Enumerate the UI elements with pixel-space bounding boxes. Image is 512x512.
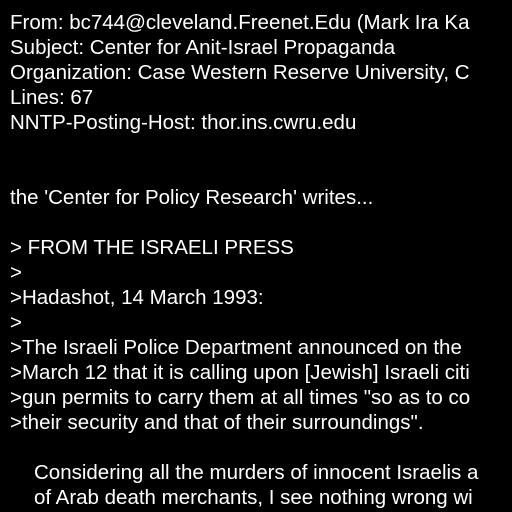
header-lines: Lines: 67 [10, 86, 94, 109]
header-subject: Subject: Center for Anit-Israel Propagan… [10, 36, 396, 59]
reply-line: Considering all the murders of innocent … [34, 461, 479, 484]
quote-line: > [10, 311, 22, 334]
intro-line: the 'Center for Policy Research' writes.… [10, 186, 374, 209]
quote-line: >The Israeli Police Department announced… [10, 336, 462, 359]
quote-line: >gun permits to carry them at all times … [10, 386, 471, 409]
quote-line: >March 12 that it is calling upon [Jewis… [10, 361, 470, 384]
quote-line: >Hadashot, 14 March 1993: [10, 286, 264, 309]
header-nntp-host: NNTP-Posting-Host: thor.ins.cwru.edu [10, 111, 357, 134]
reply-line: of Arab death merchants, I see nothing w… [34, 486, 473, 509]
quote-line: > [10, 261, 22, 284]
message-view: From: bc744@cleveland.Freenet.Edu (Mark … [0, 0, 512, 512]
quote-line: > FROM THE ISRAELI PRESS [10, 236, 294, 259]
quote-line: >their security and that of their surrou… [10, 411, 424, 434]
header-organization: Organization: Case Western Reserve Unive… [10, 61, 470, 84]
header-from: From: bc744@cleveland.Freenet.Edu (Mark … [10, 11, 470, 34]
